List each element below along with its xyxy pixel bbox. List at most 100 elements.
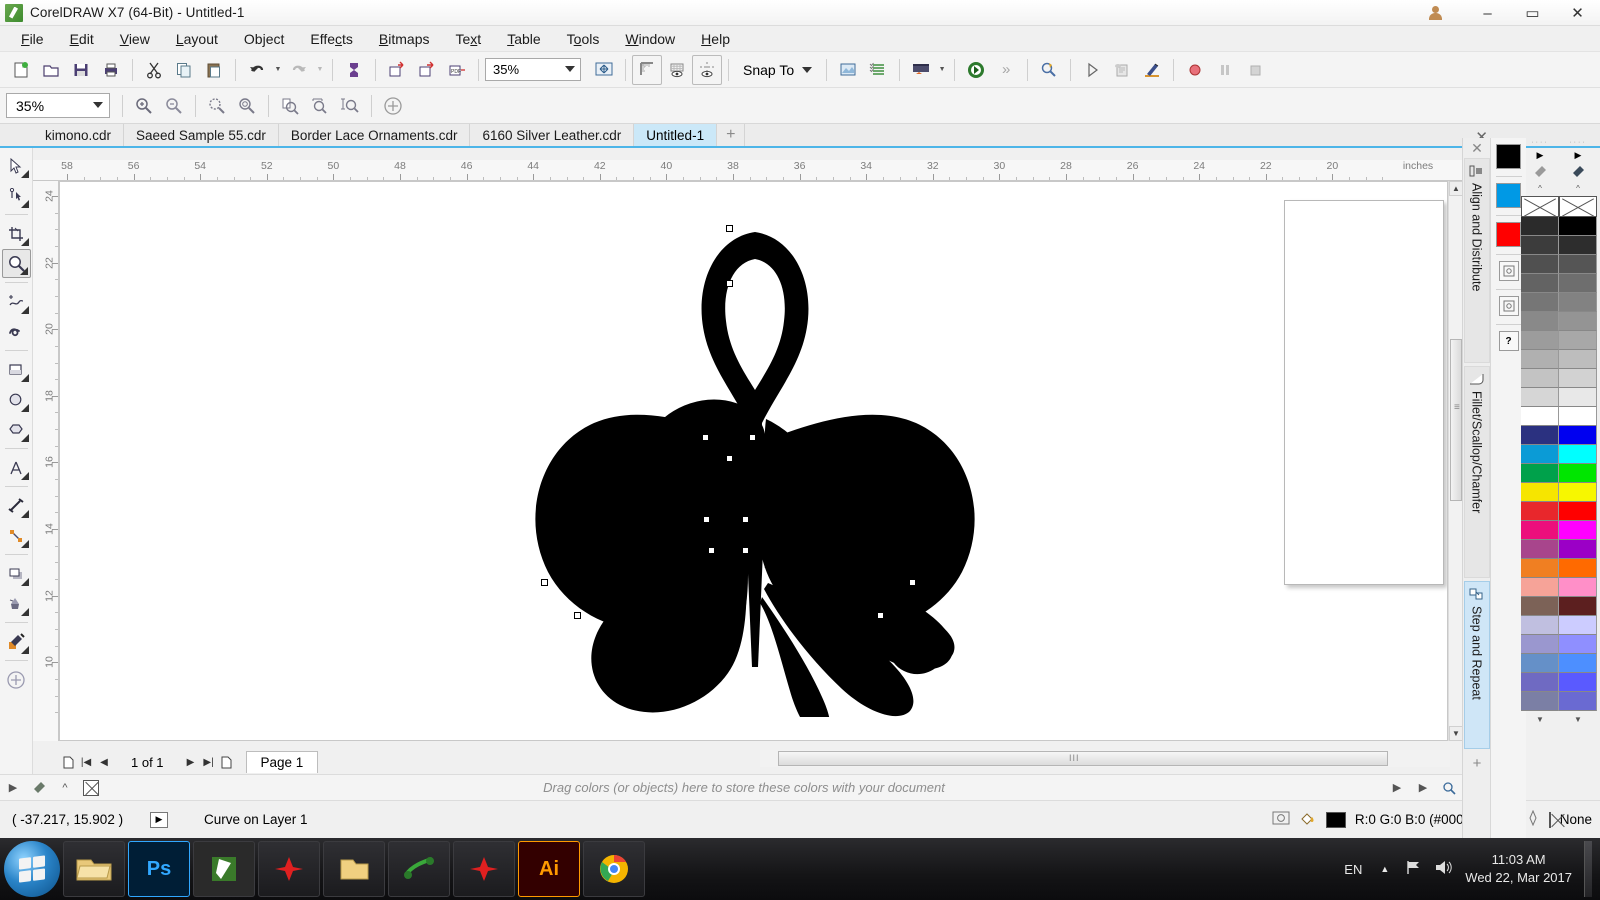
flyout-arrow-icon[interactable] bbox=[20, 200, 29, 208]
selection-node-handle[interactable] bbox=[541, 579, 548, 586]
shadow-tool[interactable] bbox=[2, 559, 31, 588]
palette-color-swatch[interactable] bbox=[1521, 274, 1559, 293]
palette-scroll-down-icon[interactable]: ▼ bbox=[1559, 711, 1597, 727]
menu-text[interactable]: Text bbox=[443, 28, 495, 50]
language-indicator[interactable]: EN bbox=[1344, 862, 1362, 877]
palette-eyedropper-icon[interactable] bbox=[1521, 163, 1559, 180]
palette-color-swatch[interactable] bbox=[1521, 407, 1559, 426]
zoom-out-icon[interactable] bbox=[159, 91, 189, 121]
redo-icon[interactable] bbox=[284, 55, 314, 85]
docker-step-and-repeat[interactable]: Step and Repeat bbox=[1463, 581, 1490, 749]
flyout-arrow-icon[interactable] bbox=[20, 472, 29, 480]
palette-color-swatch[interactable] bbox=[1559, 502, 1597, 521]
palette-color-swatch[interactable] bbox=[1559, 597, 1597, 616]
menu-layout[interactable]: Layout bbox=[163, 28, 231, 50]
ornamental-butterfly-artwork[interactable] bbox=[490, 225, 1020, 737]
palette-color-swatch[interactable] bbox=[1559, 255, 1597, 274]
taskbar-folder-app[interactable] bbox=[323, 841, 385, 897]
options-icon[interactable] bbox=[833, 55, 863, 85]
palette-grip[interactable]: ···· bbox=[1521, 138, 1559, 147]
horizontal-scrollbar[interactable] bbox=[760, 750, 1450, 767]
palette-color-swatch[interactable] bbox=[1559, 274, 1597, 293]
palette-fill-icon[interactable] bbox=[1498, 296, 1519, 316]
stop-icon[interactable] bbox=[1240, 55, 1270, 85]
palette-grip[interactable]: ···· bbox=[1559, 138, 1597, 147]
user-account-icon[interactable] bbox=[1427, 5, 1449, 21]
more-commands-icon[interactable]: » bbox=[991, 55, 1021, 85]
add-docker-icon[interactable]: + bbox=[1463, 755, 1491, 772]
palette-color-swatch[interactable] bbox=[1521, 388, 1559, 407]
selection-node-handle[interactable] bbox=[726, 455, 733, 462]
palette-scroll-right-icon[interactable]: ▶ bbox=[1387, 778, 1407, 798]
palette-color-swatch[interactable] bbox=[1521, 331, 1559, 350]
pause-icon[interactable] bbox=[1210, 55, 1240, 85]
palette-color-swatch[interactable] bbox=[1559, 236, 1597, 255]
palette-scroll-up-icon[interactable]: ^ bbox=[1559, 180, 1597, 196]
selection-node-handle[interactable] bbox=[726, 280, 733, 287]
chevron-down-icon[interactable] bbox=[802, 66, 813, 73]
palette-color-swatch[interactable] bbox=[1559, 350, 1597, 369]
palette-color-swatch[interactable] bbox=[1559, 521, 1597, 540]
export-icon[interactable] bbox=[412, 55, 442, 85]
menu-view[interactable]: View bbox=[107, 28, 163, 50]
dimension-tool[interactable] bbox=[2, 491, 31, 520]
add-page-after-icon[interactable] bbox=[218, 752, 236, 772]
grid-icon[interactable] bbox=[662, 55, 692, 85]
palette-color-swatch[interactable] bbox=[1521, 692, 1559, 711]
palette-color-swatch[interactable] bbox=[1559, 331, 1597, 350]
palette-scroll-down-icon[interactable]: ▼ bbox=[1521, 711, 1559, 727]
palette-color-swatch[interactable] bbox=[1521, 578, 1559, 597]
palette-scroll-up-icon[interactable]: ^ bbox=[1521, 180, 1559, 196]
selection-node-handle[interactable] bbox=[708, 547, 715, 554]
palette-zoom-icon[interactable] bbox=[1439, 778, 1459, 798]
palette-expand-arrow-icon[interactable]: ▶ bbox=[1521, 147, 1559, 163]
palette-color-swatch[interactable] bbox=[1559, 293, 1597, 312]
search-content-icon[interactable] bbox=[1034, 55, 1064, 85]
palette-color-swatch[interactable] bbox=[1559, 217, 1597, 236]
palette-color-swatch[interactable] bbox=[1521, 673, 1559, 692]
color-eyedropper-tool[interactable] bbox=[2, 627, 31, 656]
zoom-tool[interactable] bbox=[1, 249, 31, 278]
snap-to-dropdown[interactable]: Snap To bbox=[735, 56, 820, 84]
copy-icon[interactable] bbox=[169, 55, 199, 85]
palette-color-swatch[interactable] bbox=[1559, 559, 1597, 578]
palette-swatch-blue[interactable] bbox=[1496, 183, 1521, 208]
taskbar-file-explorer[interactable] bbox=[63, 841, 125, 897]
zoom-to-page-icon[interactable] bbox=[275, 91, 305, 121]
chevron-down-icon[interactable] bbox=[565, 66, 575, 72]
rulers-icon[interactable] bbox=[632, 54, 662, 85]
zoom-to-selection-icon[interactable] bbox=[202, 91, 232, 121]
selection-node-handle[interactable] bbox=[702, 434, 709, 441]
palette-swatch-red[interactable] bbox=[1496, 222, 1521, 247]
palette-color-swatch[interactable] bbox=[1521, 293, 1559, 312]
palette-caret-icon[interactable]: ^ bbox=[55, 778, 75, 798]
palette-color-swatch[interactable] bbox=[1521, 312, 1559, 331]
add-tool-icon[interactable] bbox=[2, 665, 31, 694]
action-center-flag-icon[interactable] bbox=[1405, 859, 1422, 879]
horizontal-ruler[interactable]: 58 56 54 52 50 48 46 44 42 40 38 36 34 32 30 28 26 24 22 20… bbox=[33, 160, 1462, 181]
doc-tab-silver-leather[interactable]: 6160 Silver Leather.cdr bbox=[470, 124, 635, 146]
connector-tool[interactable] bbox=[2, 521, 31, 550]
flyout-arrow-icon[interactable] bbox=[20, 578, 29, 586]
palette-color-swatch[interactable] bbox=[1559, 464, 1597, 483]
selection-node-handle[interactable] bbox=[703, 516, 710, 523]
undo-icon[interactable] bbox=[242, 55, 272, 85]
palette-none-swatch[interactable] bbox=[81, 778, 101, 798]
palette-color-swatch[interactable] bbox=[1559, 407, 1597, 426]
status-snapshot-icon[interactable] bbox=[1272, 810, 1290, 829]
palette-color-swatch[interactable] bbox=[1559, 692, 1597, 711]
flyout-arrow-icon[interactable] bbox=[20, 434, 29, 442]
play-macro-icon[interactable] bbox=[1077, 55, 1107, 85]
print-icon[interactable] bbox=[96, 55, 126, 85]
palette-scroll-end-icon[interactable]: ▶ bbox=[1413, 778, 1433, 798]
cut-icon[interactable] bbox=[139, 55, 169, 85]
palette-color-swatch[interactable] bbox=[1559, 654, 1597, 673]
zoom-in-icon[interactable] bbox=[129, 91, 159, 121]
palette-color-swatch[interactable] bbox=[1521, 597, 1559, 616]
paste-icon[interactable] bbox=[199, 55, 229, 85]
menu-bitmaps[interactable]: Bitmaps bbox=[366, 28, 443, 50]
flyout-arrow-icon[interactable] bbox=[20, 404, 29, 412]
palette-color-swatch[interactable] bbox=[1521, 521, 1559, 540]
status-expand-icon[interactable]: ▶ bbox=[150, 811, 168, 828]
rectangle-tool[interactable] bbox=[2, 355, 31, 384]
